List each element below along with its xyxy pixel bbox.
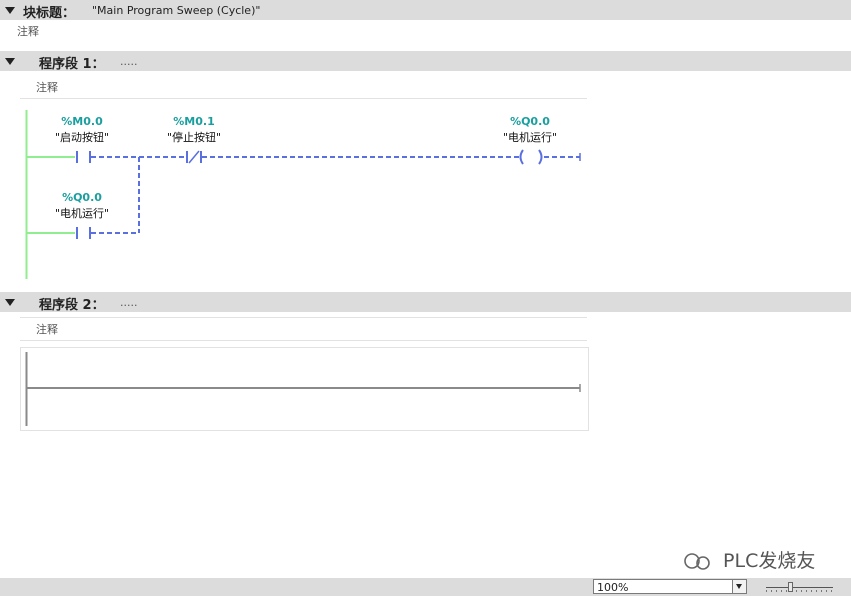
contact-m0-1-slash — [188, 150, 200, 164]
zoom-slider[interactable] — [766, 581, 833, 594]
chevron-down-icon[interactable] — [732, 580, 746, 593]
zoom-value: 100% — [597, 581, 629, 594]
watermark: PLC发烧友 — [683, 546, 815, 573]
ladder-graphics — [25, 110, 581, 426]
zoom-slider-handle[interactable] — [788, 582, 793, 592]
zoom-select[interactable]: 100% — [593, 579, 747, 594]
coil-q0-0-right-arc — [538, 149, 543, 165]
coil-q0-0-left-arc — [519, 149, 524, 165]
watermark-text: PLC发烧友 — [723, 550, 816, 572]
wechat-icon — [683, 552, 717, 570]
zoom-slider-track — [766, 587, 833, 588]
zoom-slider-ticks — [766, 590, 833, 592]
